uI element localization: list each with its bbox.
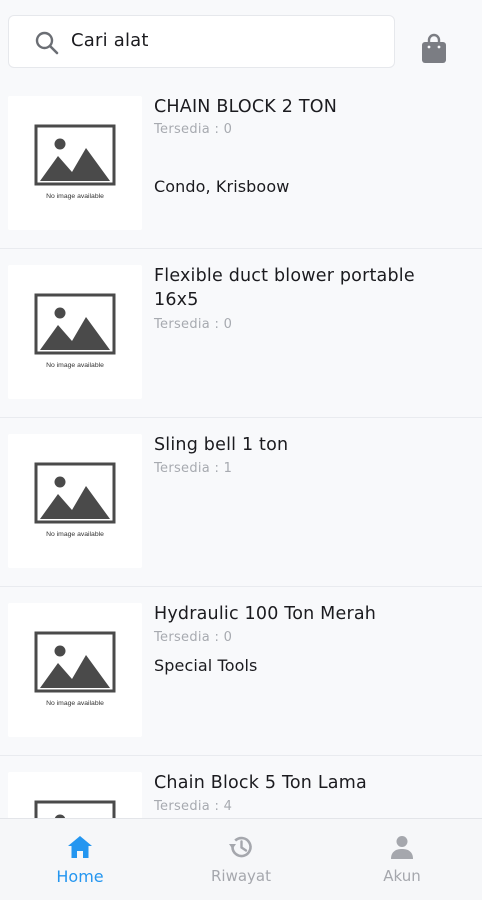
- item-title: Sling bell 1 ton: [154, 435, 289, 455]
- no-image-placeholder: No image available: [8, 96, 142, 230]
- nav-home-label: Home: [56, 867, 104, 886]
- no-image-placeholder: No image available: [8, 772, 142, 818]
- top-bar: Cari alat: [0, 0, 482, 86]
- item-stock: Tersedia : 0: [154, 317, 233, 332]
- home-icon: [68, 836, 92, 858]
- nav-riwayat-label: Riwayat: [211, 867, 271, 885]
- history-icon: [229, 836, 252, 858]
- nav-riwayat[interactable]: Riwayat: [181, 819, 301, 900]
- person-icon: [391, 836, 413, 859]
- image-placeholder-icon: No image available: [34, 631, 116, 707]
- nav-akun-label: Akun: [383, 867, 421, 885]
- app-screen: Cari alat No image available CHAIN BLOCK…: [0, 0, 482, 900]
- image-placeholder-icon: No image available: [34, 462, 116, 538]
- item-stock: Tersedia : 0: [154, 630, 233, 645]
- item-stock: Tersedia : 0: [154, 122, 233, 137]
- item-stock: Tersedia : 1: [154, 461, 233, 476]
- list-item[interactable]: No image available CHAIN BLOCK 2 TON Ter…: [0, 80, 482, 249]
- search-input[interactable]: Cari alat: [8, 15, 395, 68]
- image-placeholder-icon: No image available: [34, 293, 116, 369]
- nav-home[interactable]: Home: [20, 819, 140, 900]
- no-image-placeholder: No image available: [8, 265, 142, 399]
- item-title: Flexible duct blower portable 16x5: [154, 266, 415, 310]
- image-placeholder-icon: No image available: [34, 800, 116, 818]
- item-brand: Condo, Krisboow: [154, 177, 290, 196]
- item-title: CHAIN BLOCK 2 TON: [154, 97, 337, 117]
- shopping-bag-icon[interactable]: [420, 33, 448, 65]
- list-item[interactable]: No image available Hydraulic 100 Ton Mer…: [0, 587, 482, 756]
- bottom-navigation: Home Riwayat Akun: [0, 818, 482, 900]
- svg-text:No image available: No image available: [46, 700, 104, 707]
- item-brand: Special Tools: [154, 656, 258, 675]
- list-item[interactable]: No image available Sling bell 1 ton Ters…: [0, 418, 482, 587]
- list-item[interactable]: No image available Chain Block 5 Ton Lam…: [0, 756, 482, 818]
- svg-text:No image available: No image available: [46, 362, 104, 369]
- item-title: Chain Block 5 Ton Lama: [154, 773, 367, 793]
- no-image-placeholder: No image available: [8, 603, 142, 737]
- list-item[interactable]: No image available Flexible duct blower …: [0, 249, 482, 418]
- item-title: Hydraulic 100 Ton Merah: [154, 604, 377, 624]
- item-stock: Tersedia : 4: [154, 799, 233, 814]
- search-text: Cari alat: [71, 30, 149, 51]
- svg-text:No image available: No image available: [46, 193, 104, 200]
- tool-list: No image available CHAIN BLOCK 2 TON Ter…: [0, 80, 482, 818]
- svg-text:No image available: No image available: [46, 531, 104, 538]
- nav-akun[interactable]: Akun: [342, 819, 462, 900]
- image-placeholder-icon: No image available: [34, 124, 116, 200]
- search-icon: [35, 31, 59, 55]
- no-image-placeholder: No image available: [8, 434, 142, 568]
